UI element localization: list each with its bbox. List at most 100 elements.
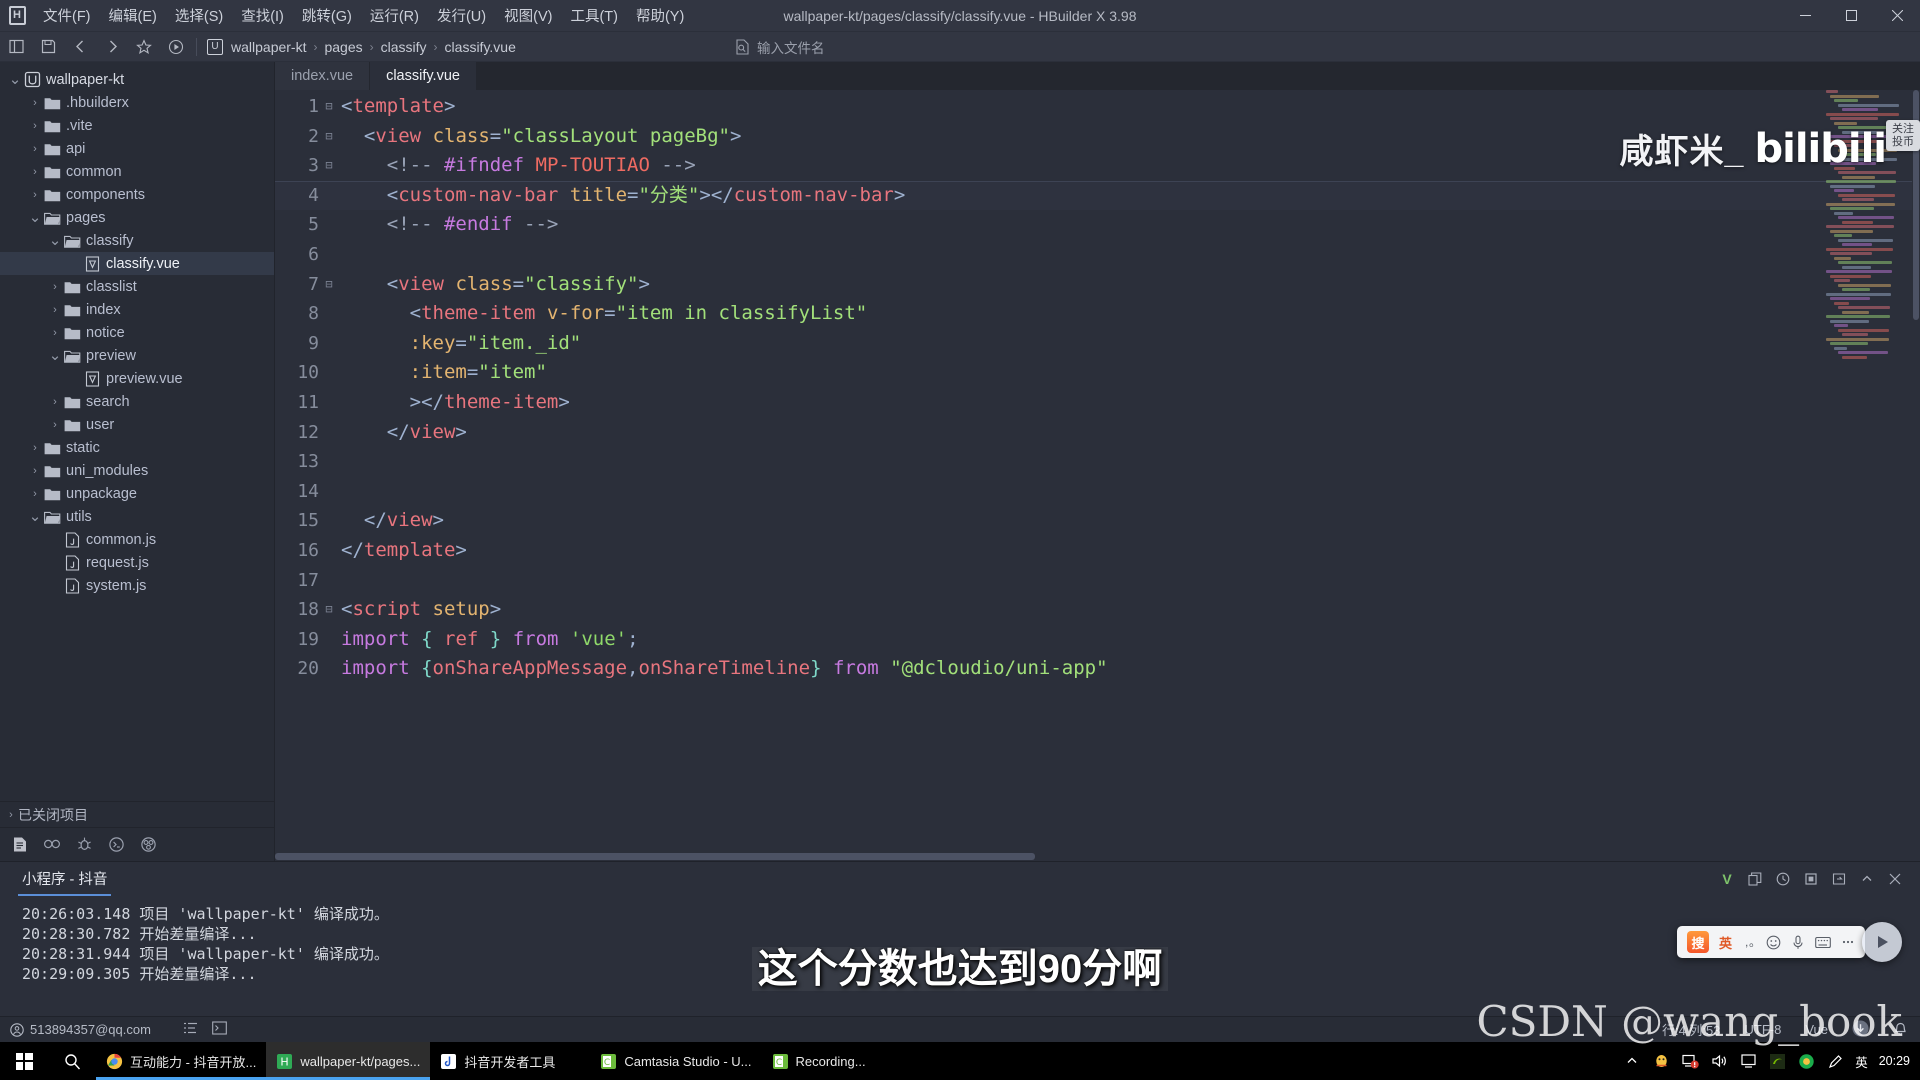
chevron-right-icon[interactable]: › xyxy=(28,91,42,114)
chevron-up-icon[interactable] xyxy=(1623,1052,1641,1070)
list-icon[interactable] xyxy=(183,1021,198,1038)
code-line-9[interactable]: 9 :key="item._id" xyxy=(275,329,1920,359)
tree-node-classify-vue[interactable]: ›classify.vue xyxy=(0,252,274,275)
windows-start-icon[interactable] xyxy=(0,1042,48,1080)
chevron-down-icon[interactable]: ⌄ xyxy=(8,68,22,91)
tree-node-preview[interactable]: ⌄ preview xyxy=(0,344,274,367)
code-line-12[interactable]: 12 </view> xyxy=(275,418,1920,448)
menu-item-0[interactable]: 文件(F) xyxy=(34,0,100,32)
taskbar-item-2[interactable]: 抖音开发者工具 xyxy=(430,1042,590,1080)
comma-icon[interactable]: ,。 xyxy=(1742,935,1756,949)
chevron-right-icon[interactable]: › xyxy=(28,137,42,160)
tree-node-common-js[interactable]: ›common.js xyxy=(0,528,274,551)
chevron-right-icon[interactable]: › xyxy=(28,436,42,459)
forward-icon[interactable] xyxy=(96,33,128,61)
favorite-icon[interactable] xyxy=(128,33,160,61)
close-icon[interactable] xyxy=(1882,866,1908,892)
tree-node-classify[interactable]: ⌄ classify xyxy=(0,229,274,252)
close-button[interactable] xyxy=(1874,0,1920,32)
menu-item-1[interactable]: 编辑(E) xyxy=(100,0,166,32)
tree-node-unpackage[interactable]: › unpackage xyxy=(0,482,274,505)
code-line-4[interactable]: 4 <custom-nav-bar title="分类"></custom-na… xyxy=(275,180,1920,211)
collapse-icon[interactable] xyxy=(1854,866,1880,892)
taskbar-item-1[interactable]: Hwallpaper-kt/pages... xyxy=(266,1042,431,1080)
menu-item-3[interactable]: 查找(I) xyxy=(232,0,293,32)
editor-tab-classify-vue[interactable]: classify.vue xyxy=(370,62,477,90)
maximize-button[interactable] xyxy=(1828,0,1874,32)
code-line-11[interactable]: 11 ></theme-item> xyxy=(275,388,1920,418)
filename-search[interactable]: 输入文件名 xyxy=(735,37,825,57)
vertical-scrollbar[interactable] xyxy=(1912,90,1920,852)
console-tab[interactable]: 小程序 - 抖音 xyxy=(18,862,112,896)
tree-node-static[interactable]: › static xyxy=(0,436,274,459)
fold-toggle-icon[interactable]: ⊟ xyxy=(321,595,337,625)
fold-toggle-icon[interactable]: ⊟ xyxy=(321,270,337,300)
chevron-right-icon[interactable]: › xyxy=(28,459,42,482)
menu-item-2[interactable]: 选择(S) xyxy=(166,0,232,32)
fold-toggle-icon[interactable]: ⊟ xyxy=(321,151,337,181)
code-line-6[interactable]: 6 xyxy=(275,240,1920,270)
chevron-right-icon[interactable]: › xyxy=(28,183,42,206)
code-line-1[interactable]: 1 ⊟ <template> xyxy=(275,92,1920,122)
cursor-position[interactable]: 行:4 列:53 xyxy=(1662,1020,1721,1039)
code-line-20[interactable]: 20 import {onShareAppMessage,onShareTimel… xyxy=(275,654,1920,684)
ime-lang-toggle[interactable]: 英 xyxy=(1719,933,1732,952)
run-icon[interactable] xyxy=(160,33,192,61)
taskbar-search-icon[interactable] xyxy=(48,1042,96,1080)
taskbar-item-4[interactable]: C Recording... xyxy=(762,1042,922,1080)
chevron-right-icon[interactable]: › xyxy=(48,275,62,298)
ime-pen-icon[interactable] xyxy=(1826,1052,1844,1070)
ime-language-indicator[interactable]: 英 xyxy=(1855,1052,1868,1071)
encoding-label[interactable]: UTF-8 xyxy=(1745,1022,1782,1037)
v-icon[interactable]: V xyxy=(1714,866,1740,892)
chevron-down-icon[interactable]: ⌄ xyxy=(48,344,62,367)
keyboard-icon[interactable] xyxy=(1815,936,1831,949)
menu-item-4[interactable]: 跳转(G) xyxy=(293,0,361,32)
hscrollbar-thumb[interactable] xyxy=(275,853,1035,860)
chevron-down-icon[interactable]: ⌄ xyxy=(28,505,42,528)
breadcrumb[interactable]: U wallpaper-kt › pages › classify › classify.v… xyxy=(207,38,519,55)
nvidia-icon[interactable] xyxy=(1768,1052,1786,1070)
ime-floating-bar[interactable]: 搜 英 ,。 xyxy=(1676,926,1865,958)
taskbar-item-0[interactable]: 互动能力 - 抖音开放... xyxy=(96,1042,267,1080)
file-tree[interactable]: ⌄ wallpaper-kt › .hbuilderx › .vite › api › commo… xyxy=(0,62,274,801)
code-line-14[interactable]: 14 xyxy=(275,477,1920,507)
tree-node-common[interactable]: › common xyxy=(0,160,274,183)
tree-node-components[interactable]: › components xyxy=(0,183,274,206)
code-line-10[interactable]: 10 :item="item" xyxy=(275,358,1920,388)
chevron-down-icon[interactable]: ⌄ xyxy=(28,206,42,229)
copy-icon[interactable] xyxy=(1742,866,1768,892)
code-line-5[interactable]: 5 <!-- #endif --> xyxy=(275,210,1920,240)
code-line-15[interactable]: 15 </view> xyxy=(275,506,1920,536)
code-line-13[interactable]: 13 xyxy=(275,447,1920,477)
breadcrumb-item-1[interactable]: pages xyxy=(321,39,365,55)
project-manager-icon[interactable] xyxy=(6,831,34,859)
breadcrumb-item-3[interactable]: classify.vue xyxy=(442,39,519,55)
chevron-right-icon[interactable]: › xyxy=(28,114,42,137)
tree-node-request-js[interactable]: ›request.js xyxy=(0,551,274,574)
download-icon[interactable] xyxy=(1852,1020,1869,1040)
minimize-button[interactable] xyxy=(1782,0,1828,32)
chevron-right-icon[interactable]: › xyxy=(48,321,62,344)
terminal-icon[interactable] xyxy=(102,831,130,859)
display-icon[interactable] xyxy=(1739,1052,1757,1070)
bell-icon[interactable] xyxy=(1893,1020,1908,1039)
tree-node-classlist[interactable]: › classlist xyxy=(0,275,274,298)
chevron-right-icon[interactable]: › xyxy=(28,160,42,183)
breadcrumb-item-2[interactable]: classify xyxy=(378,39,430,55)
clock-icon[interactable] xyxy=(1770,866,1796,892)
terminal-icon[interactable] xyxy=(212,1021,227,1038)
tree-node--vite[interactable]: › .vite xyxy=(0,114,274,137)
language-label[interactable]: Vue xyxy=(1805,1022,1828,1037)
export-icon[interactable] xyxy=(1826,866,1852,892)
more-icon[interactable] xyxy=(1841,935,1855,949)
tree-node-system-js[interactable]: ›system.js xyxy=(0,574,274,597)
code-line-18[interactable]: 18 ⊟ <script setup> xyxy=(275,595,1920,625)
fold-toggle-icon[interactable]: ⊟ xyxy=(321,122,337,152)
search-icon[interactable] xyxy=(38,831,66,859)
tree-node-wallpaper-kt[interactable]: ⌄ wallpaper-kt xyxy=(0,68,274,91)
camtasia-record-indicator[interactable] xyxy=(1862,922,1902,962)
menu-item-6[interactable]: 发行(U) xyxy=(428,0,495,32)
extension-icon[interactable] xyxy=(134,831,162,859)
closed-projects-section[interactable]: › 已关闭项目 xyxy=(0,801,274,827)
